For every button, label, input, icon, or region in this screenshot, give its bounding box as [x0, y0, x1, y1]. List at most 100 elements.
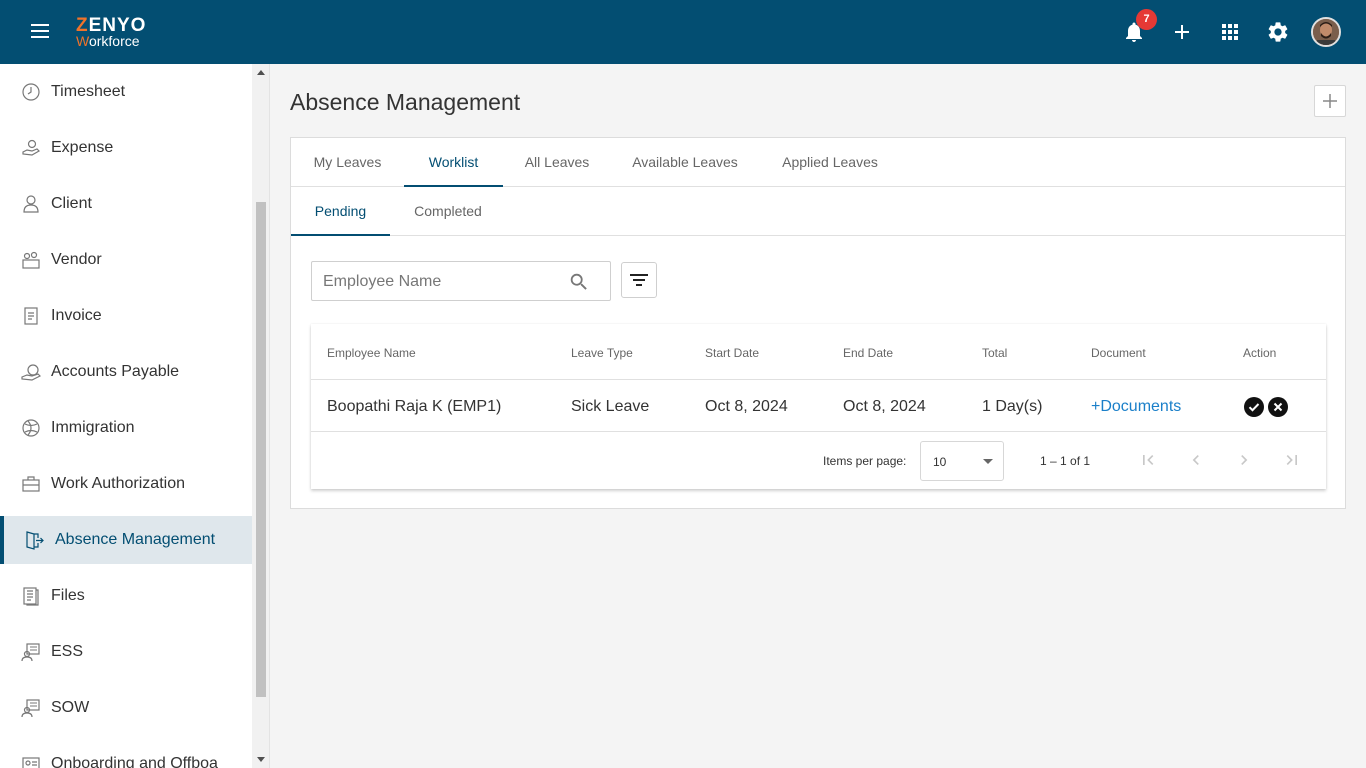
globe-icon	[22, 419, 40, 437]
table-row: Boopathi Raja K (EMP1) Sick Leave Oct 8,…	[311, 380, 1326, 432]
sidebar-item-label: Timesheet	[51, 83, 126, 100]
first-page-icon[interactable]	[1138, 450, 1158, 470]
sidebar-item-sow[interactable]: SOW	[0, 684, 252, 732]
add-icon[interactable]	[1170, 20, 1194, 44]
sidebar-item-label: Vendor	[51, 251, 102, 268]
column-header: Employee Name	[327, 346, 416, 360]
sidebar-item-label: Invoice	[51, 307, 102, 324]
sidebar-item-accounts-payable[interactable]: Accounts Payable	[0, 348, 252, 396]
main-tabs: My Leaves Worklist All Leaves Available …	[291, 138, 1345, 187]
search-icon[interactable]	[568, 271, 590, 293]
add-leave-button[interactable]	[1314, 85, 1346, 117]
previous-page-icon[interactable]	[1186, 450, 1206, 470]
invoice-icon	[24, 307, 38, 325]
worklist-table: Employee Name Leave Type Start Date End …	[311, 324, 1326, 489]
vendor-icon	[22, 251, 40, 269]
column-header: End Date	[843, 346, 894, 360]
notification-count-badge: 7	[1136, 9, 1157, 30]
start-date-cell: Oct 8, 2024	[705, 398, 788, 415]
sidebar-item-onboarding[interactable]: Onboarding and Offboa	[0, 740, 252, 768]
sidebar-item-work-authorization[interactable]: Work Authorization	[0, 460, 252, 508]
reject-close-icon[interactable]	[1268, 397, 1288, 417]
plus-icon	[1323, 94, 1337, 108]
sidebar-item-ess[interactable]: ESS	[0, 628, 252, 676]
files-icon	[23, 587, 39, 606]
employee-name-cell: Boopathi Raja K (EMP1)	[327, 398, 502, 415]
end-date-cell: Oct 8, 2024	[843, 398, 926, 415]
clock-icon	[22, 83, 40, 101]
sidebar-item-timesheet[interactable]: Timesheet	[0, 68, 252, 116]
page-title: Absence Management	[290, 89, 521, 115]
absence-card: My Leaves Worklist All Leaves Available …	[290, 137, 1346, 509]
menu-icon[interactable]	[28, 24, 52, 42]
sidebar-item-label: Immigration	[51, 419, 135, 436]
tab-all-leaves[interactable]: All Leaves	[503, 138, 611, 187]
total-cell: 1 Day(s)	[982, 398, 1043, 415]
settings-gear-icon[interactable]	[1266, 20, 1290, 44]
dropdown-caret-icon	[983, 459, 993, 464]
sidebar-item-label: Expense	[51, 139, 114, 156]
ess-icon	[21, 643, 40, 662]
app-logo[interactable]: ZENYO Workforce	[76, 16, 146, 48]
door-exit-icon	[26, 531, 44, 550]
tab-applied-leaves[interactable]: Applied Leaves	[759, 138, 901, 187]
sidebar-item-files[interactable]: Files	[0, 572, 252, 620]
tab-my-leaves[interactable]: My Leaves	[291, 138, 404, 187]
column-header: Total	[982, 346, 1008, 360]
expense-icon	[22, 139, 40, 156]
page-range-label: 1 – 1 of 1	[1040, 454, 1091, 468]
documents-link[interactable]: +Documents	[1091, 398, 1181, 416]
sidebar-scrollbar-thumb[interactable]	[256, 202, 266, 697]
table-header: Employee Name Leave Type Start Date End …	[311, 324, 1326, 380]
scroll-up-arrow-icon[interactable]	[257, 70, 265, 75]
user-avatar[interactable]	[1311, 17, 1341, 47]
sidebar-item-label: ESS	[51, 643, 84, 660]
sidebar-item-client[interactable]: Client	[0, 180, 252, 228]
sidebar-item-label: Files	[51, 587, 85, 604]
sidebar-item-label: Onboarding and Offboa	[51, 755, 218, 768]
table-paginator: Items per page: 10 1 – 1 of 1	[311, 432, 1326, 489]
sidebar-item-label: Client	[51, 195, 92, 212]
sidebar-item-label: Absence Management	[55, 531, 216, 548]
column-header: Leave Type	[571, 346, 633, 360]
active-indicator	[0, 516, 4, 564]
apps-grid-icon[interactable]	[1218, 20, 1242, 44]
accounts-payable-icon	[21, 364, 41, 381]
leave-type-cell: Sick Leave	[571, 398, 650, 415]
column-header: Action	[1243, 346, 1277, 360]
sidebar-item-absence-management[interactable]: Absence Management	[0, 516, 252, 564]
sidebar-item-invoice[interactable]: Invoice	[0, 292, 252, 340]
tab-available-leaves[interactable]: Available Leaves	[611, 138, 759, 187]
sow-icon	[21, 699, 40, 718]
subtab-pending[interactable]: Pending	[291, 187, 390, 236]
sidebar-nav: Timesheet Expense Client Vendor Invoice …	[0, 64, 252, 768]
sidebar-item-label: SOW	[51, 699, 90, 716]
items-per-page-label: Items per page:	[823, 454, 907, 468]
sidebar-item-immigration[interactable]: Immigration	[0, 404, 252, 452]
next-page-icon[interactable]	[1234, 450, 1254, 470]
person-icon	[23, 195, 39, 213]
sidebar-item-label: Work Authorization	[51, 475, 185, 492]
employee-search-input[interactable]	[323, 271, 563, 293]
approve-check-icon[interactable]	[1244, 397, 1264, 417]
scroll-down-arrow-icon[interactable]	[257, 757, 265, 762]
sidebar-item-expense[interactable]: Expense	[0, 124, 252, 172]
sidebar-divider	[269, 64, 270, 768]
items-per-page-value: 10	[933, 455, 947, 469]
last-page-icon[interactable]	[1282, 450, 1302, 470]
sidebar-item-vendor[interactable]: Vendor	[0, 236, 252, 284]
tab-worklist[interactable]: Worklist	[404, 138, 503, 187]
column-header: Start Date	[705, 346, 760, 360]
status-subtabs: Pending Completed	[291, 187, 1345, 236]
column-header: Document	[1091, 346, 1146, 360]
briefcase-icon	[22, 476, 40, 492]
onboarding-icon	[22, 757, 40, 768]
items-per-page-select[interactable]: 10	[920, 441, 1004, 481]
sidebar-item-label: Accounts Payable	[51, 363, 180, 380]
user-avatar-image	[1313, 19, 1339, 45]
employee-search-box	[311, 261, 611, 301]
subtab-completed[interactable]: Completed	[390, 187, 506, 236]
top-app-bar: ZENYO Workforce 7	[0, 0, 1366, 64]
filter-button[interactable]	[621, 262, 657, 298]
filter-icon	[630, 274, 648, 286]
